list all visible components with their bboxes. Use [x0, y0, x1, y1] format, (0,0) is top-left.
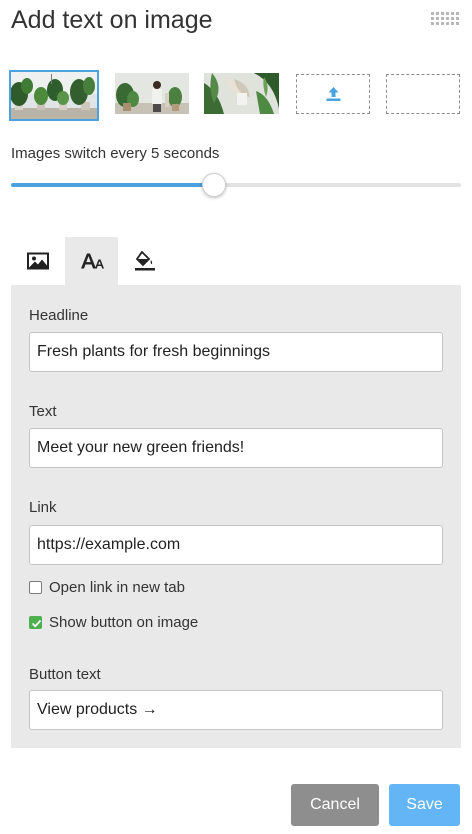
button-text-input[interactable]: View products → [29, 690, 443, 730]
cancel-button[interactable]: Cancel [291, 784, 379, 826]
slider-thumb[interactable] [201, 173, 226, 197]
tab-image[interactable] [11, 237, 64, 285]
slider-fill [11, 183, 214, 187]
text-settings-panel: Headline Fresh plants for fresh beginnin… [11, 285, 461, 748]
text-label: Text [29, 403, 57, 420]
upload-icon [326, 87, 341, 101]
image-thumbnail-woman-with-plants[interactable] [115, 73, 189, 114]
dialog-title: Add text on image [11, 6, 213, 34]
tab-text[interactable] [65, 237, 118, 285]
text-size-icon [80, 253, 104, 269]
show-button-checkbox[interactable] [29, 616, 42, 629]
button-text-label: Button text [29, 666, 101, 683]
tab-fill-color[interactable] [118, 237, 171, 285]
image-thumbnail-plants-shelf[interactable] [9, 70, 99, 121]
text-input[interactable]: Meet your new green friends! [29, 428, 443, 468]
open-new-tab-label: Open link in new tab [49, 579, 185, 596]
link-input[interactable]: https://example.com [29, 525, 443, 565]
headline-input[interactable]: Fresh plants for fresh beginnings [29, 332, 443, 372]
checkmark-icon [31, 619, 42, 628]
headline-label: Headline [29, 307, 89, 324]
image-thumbnail-tropical-leaves[interactable] [204, 73, 279, 114]
slider-label: Images switch every 5 seconds [11, 145, 220, 162]
image-icon [26, 252, 49, 270]
dialog-header: Add text on image [0, 0, 472, 42]
drag-handle-icon[interactable] [431, 12, 459, 26]
show-button-label: Show button on image [49, 614, 199, 631]
open-new-tab-checkbox[interactable] [29, 581, 42, 594]
save-button[interactable]: Save [389, 784, 460, 826]
upload-image-slot[interactable] [296, 74, 370, 114]
empty-image-slot[interactable] [386, 74, 460, 114]
image-interval-slider[interactable] [11, 172, 461, 198]
link-label: Link [29, 499, 57, 516]
fill-color-icon [134, 251, 155, 271]
